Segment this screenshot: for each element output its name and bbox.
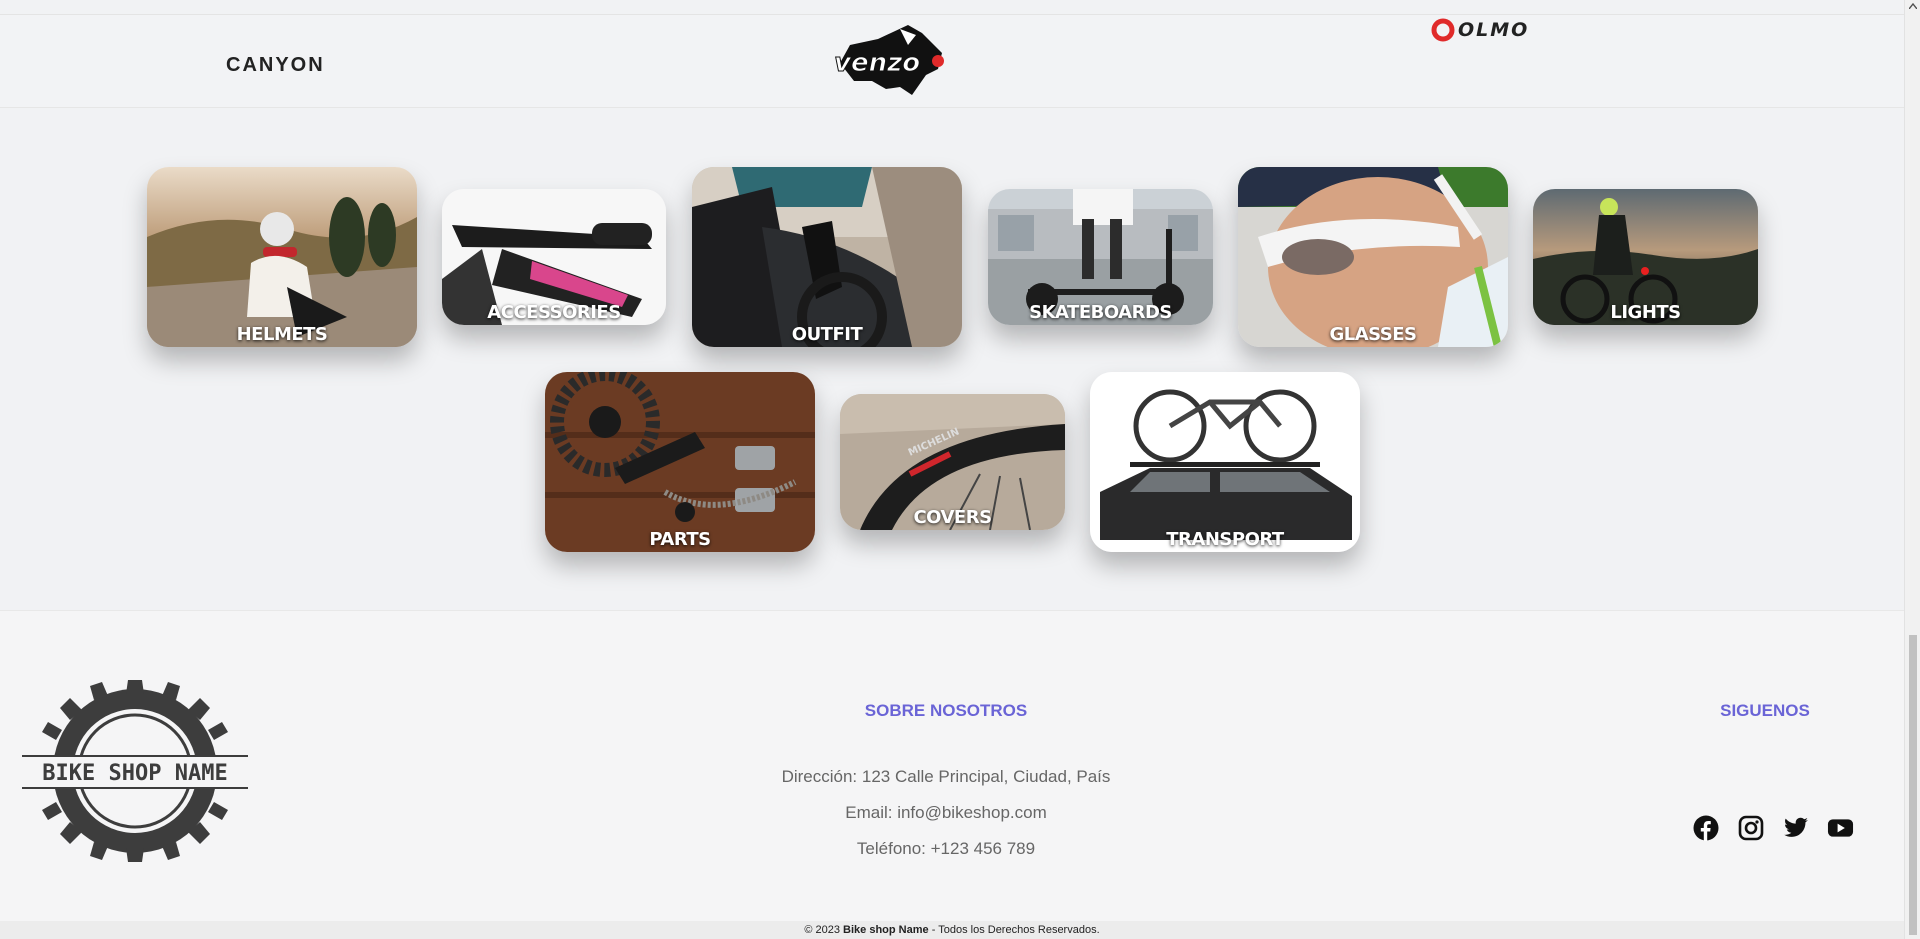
follow-title: SIGUENOS: [1720, 701, 1810, 720]
category-label: COVERS: [913, 507, 992, 528]
category-covers[interactable]: MICHELIN COVERS: [840, 394, 1065, 530]
category-label: OUTFIT: [791, 324, 863, 345]
footer: BIKE SHOP NAME SOBRE NOSOTROS Dirección:…: [0, 610, 1904, 921]
twitter-icon[interactable]: [1782, 814, 1809, 841]
facebook-icon[interactable]: [1692, 814, 1719, 841]
canyon-logo-text: CANYON: [226, 54, 325, 75]
follow-section: SIGUENOS: [1700, 701, 1830, 721]
brands-strip: CANYON venzo OLMO: [0, 14, 1904, 108]
helmets-photo: [147, 167, 417, 347]
category-lights[interactable]: LIGHTS: [1533, 189, 1758, 325]
vertical-scrollbar[interactable]: [1904, 0, 1920, 939]
address-text: Dirección: 123 Calle Principal, Ciudad, …: [781, 767, 1111, 786]
category-parts[interactable]: PARTS: [545, 372, 815, 552]
category-skateboards[interactable]: SKATEBOARDS: [988, 189, 1213, 325]
scroll-up-arrow-icon[interactable]: [1905, 0, 1920, 12]
instagram-icon[interactable]: [1737, 814, 1764, 841]
olmo-logo[interactable]: OLMO: [1430, 17, 1570, 48]
category-glasses[interactable]: GLASSES: [1238, 167, 1508, 347]
copyright-brand: Bike shop Name: [843, 924, 929, 936]
category-label: PARTS: [649, 529, 711, 550]
copyright-prefix: © 2023: [804, 924, 844, 936]
copyright-suffix: - Todos los Derechos Reservados.: [928, 924, 1100, 936]
phone-text: Teléfono: +123 456 789: [856, 839, 1036, 858]
email-text[interactable]: Email: info@bikeshop.com: [700, 795, 1192, 831]
category-label: TRANSPORT: [1166, 529, 1284, 550]
category-grid: HELMETS ACCESSORIES OUTFIT SKATEBOARDS G…: [0, 108, 1904, 610]
canyon-logo[interactable]: CANYON: [226, 53, 330, 80]
bike-shop-logo[interactable]: BIKE SHOP NAME: [20, 676, 250, 871]
category-label: LIGHTS: [1610, 302, 1681, 323]
scrollbar-thumb[interactable]: [1909, 635, 1917, 935]
category-accessories[interactable]: ACCESSORIES: [442, 189, 666, 325]
category-helmets[interactable]: HELMETS: [147, 167, 417, 347]
about-section: SOBRE NOSOTROS Dirección: 123 Calle Prin…: [700, 701, 1192, 867]
about-title: SOBRE NOSOTROS: [864, 701, 1028, 720]
logo-text: BIKE SHOP NAME: [42, 761, 227, 786]
outfit-photo: [692, 167, 962, 347]
category-label: ACCESSORIES: [487, 302, 621, 323]
svg-text:OLMO: OLMO: [1458, 19, 1529, 41]
venzo-logo[interactable]: venzo: [830, 23, 950, 104]
svg-text:venzo: venzo: [834, 48, 920, 78]
category-label: HELMETS: [236, 324, 328, 345]
social-links: [1692, 814, 1854, 841]
category-outfit[interactable]: OUTFIT: [692, 167, 962, 347]
parts-photo: [545, 372, 815, 552]
category-label: SKATEBOARDS: [1029, 302, 1172, 323]
transport-photo: [1090, 372, 1360, 552]
copyright-bar: © 2023 Bike shop Name - Todos los Derech…: [0, 921, 1904, 939]
glasses-photo: [1238, 167, 1508, 347]
category-label: GLASSES: [1329, 324, 1417, 345]
youtube-icon[interactable]: [1827, 814, 1854, 841]
category-transport[interactable]: TRANSPORT: [1090, 372, 1360, 552]
